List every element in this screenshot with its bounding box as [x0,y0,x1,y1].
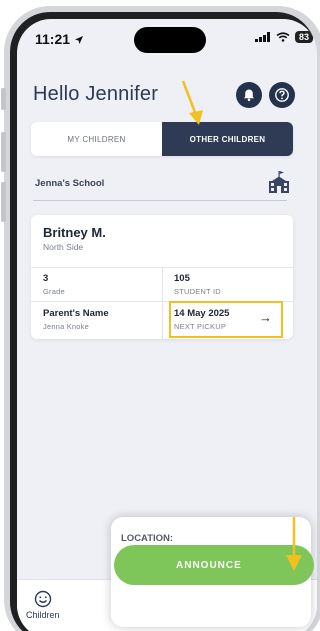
bell-icon [244,89,254,102]
battery-indicator: 83 [294,31,313,43]
student-card[interactable]: Britney M. North Side 3 Grade 105 STUDEN… [31,215,293,339]
parent-name-value: Jenna Knoke [43,322,89,331]
school-divider [33,200,287,201]
location-arrow-icon [74,36,83,45]
tab-my-children[interactable]: MY CHILDREN [31,122,162,156]
notifications-button[interactable] [236,82,262,108]
student-id-value: 105 [174,273,190,284]
student-name: Britney M. [43,225,106,240]
phone-mute-switch [1,88,6,110]
smiley-face-icon[interactable] [34,590,52,608]
annotation-arrow-icon [286,517,302,571]
grade-label: Grade [43,287,65,296]
phone-volume-down [1,182,6,222]
phone-volume-up [1,132,6,172]
greeting-title: Hello Jennifer [33,83,159,105]
wifi-icon [276,32,290,42]
grade-value: 3 [43,273,49,284]
status-icons: 83 [254,31,313,43]
nav-item-children[interactable]: Children [26,610,60,620]
card-column-divider [162,267,163,339]
pickup-highlight-box [169,301,283,338]
school-name: Jenna's School [35,178,105,189]
parent-name-label: Parent's Name [43,308,109,319]
location-label: LOCATION: [121,533,174,544]
help-button[interactable] [269,82,295,108]
signal-icon [254,32,270,42]
annotation-arrow-icon [181,80,203,125]
status-time: 11:21 [35,31,84,47]
question-mark-icon [275,88,289,102]
student-location: North Side [43,242,84,252]
student-id-label: STUDENT ID [174,287,221,296]
school-icon[interactable] [267,170,291,194]
children-tabs: MY CHILDREN OTHER CHILDREN [31,122,293,156]
dynamic-island [134,27,206,53]
